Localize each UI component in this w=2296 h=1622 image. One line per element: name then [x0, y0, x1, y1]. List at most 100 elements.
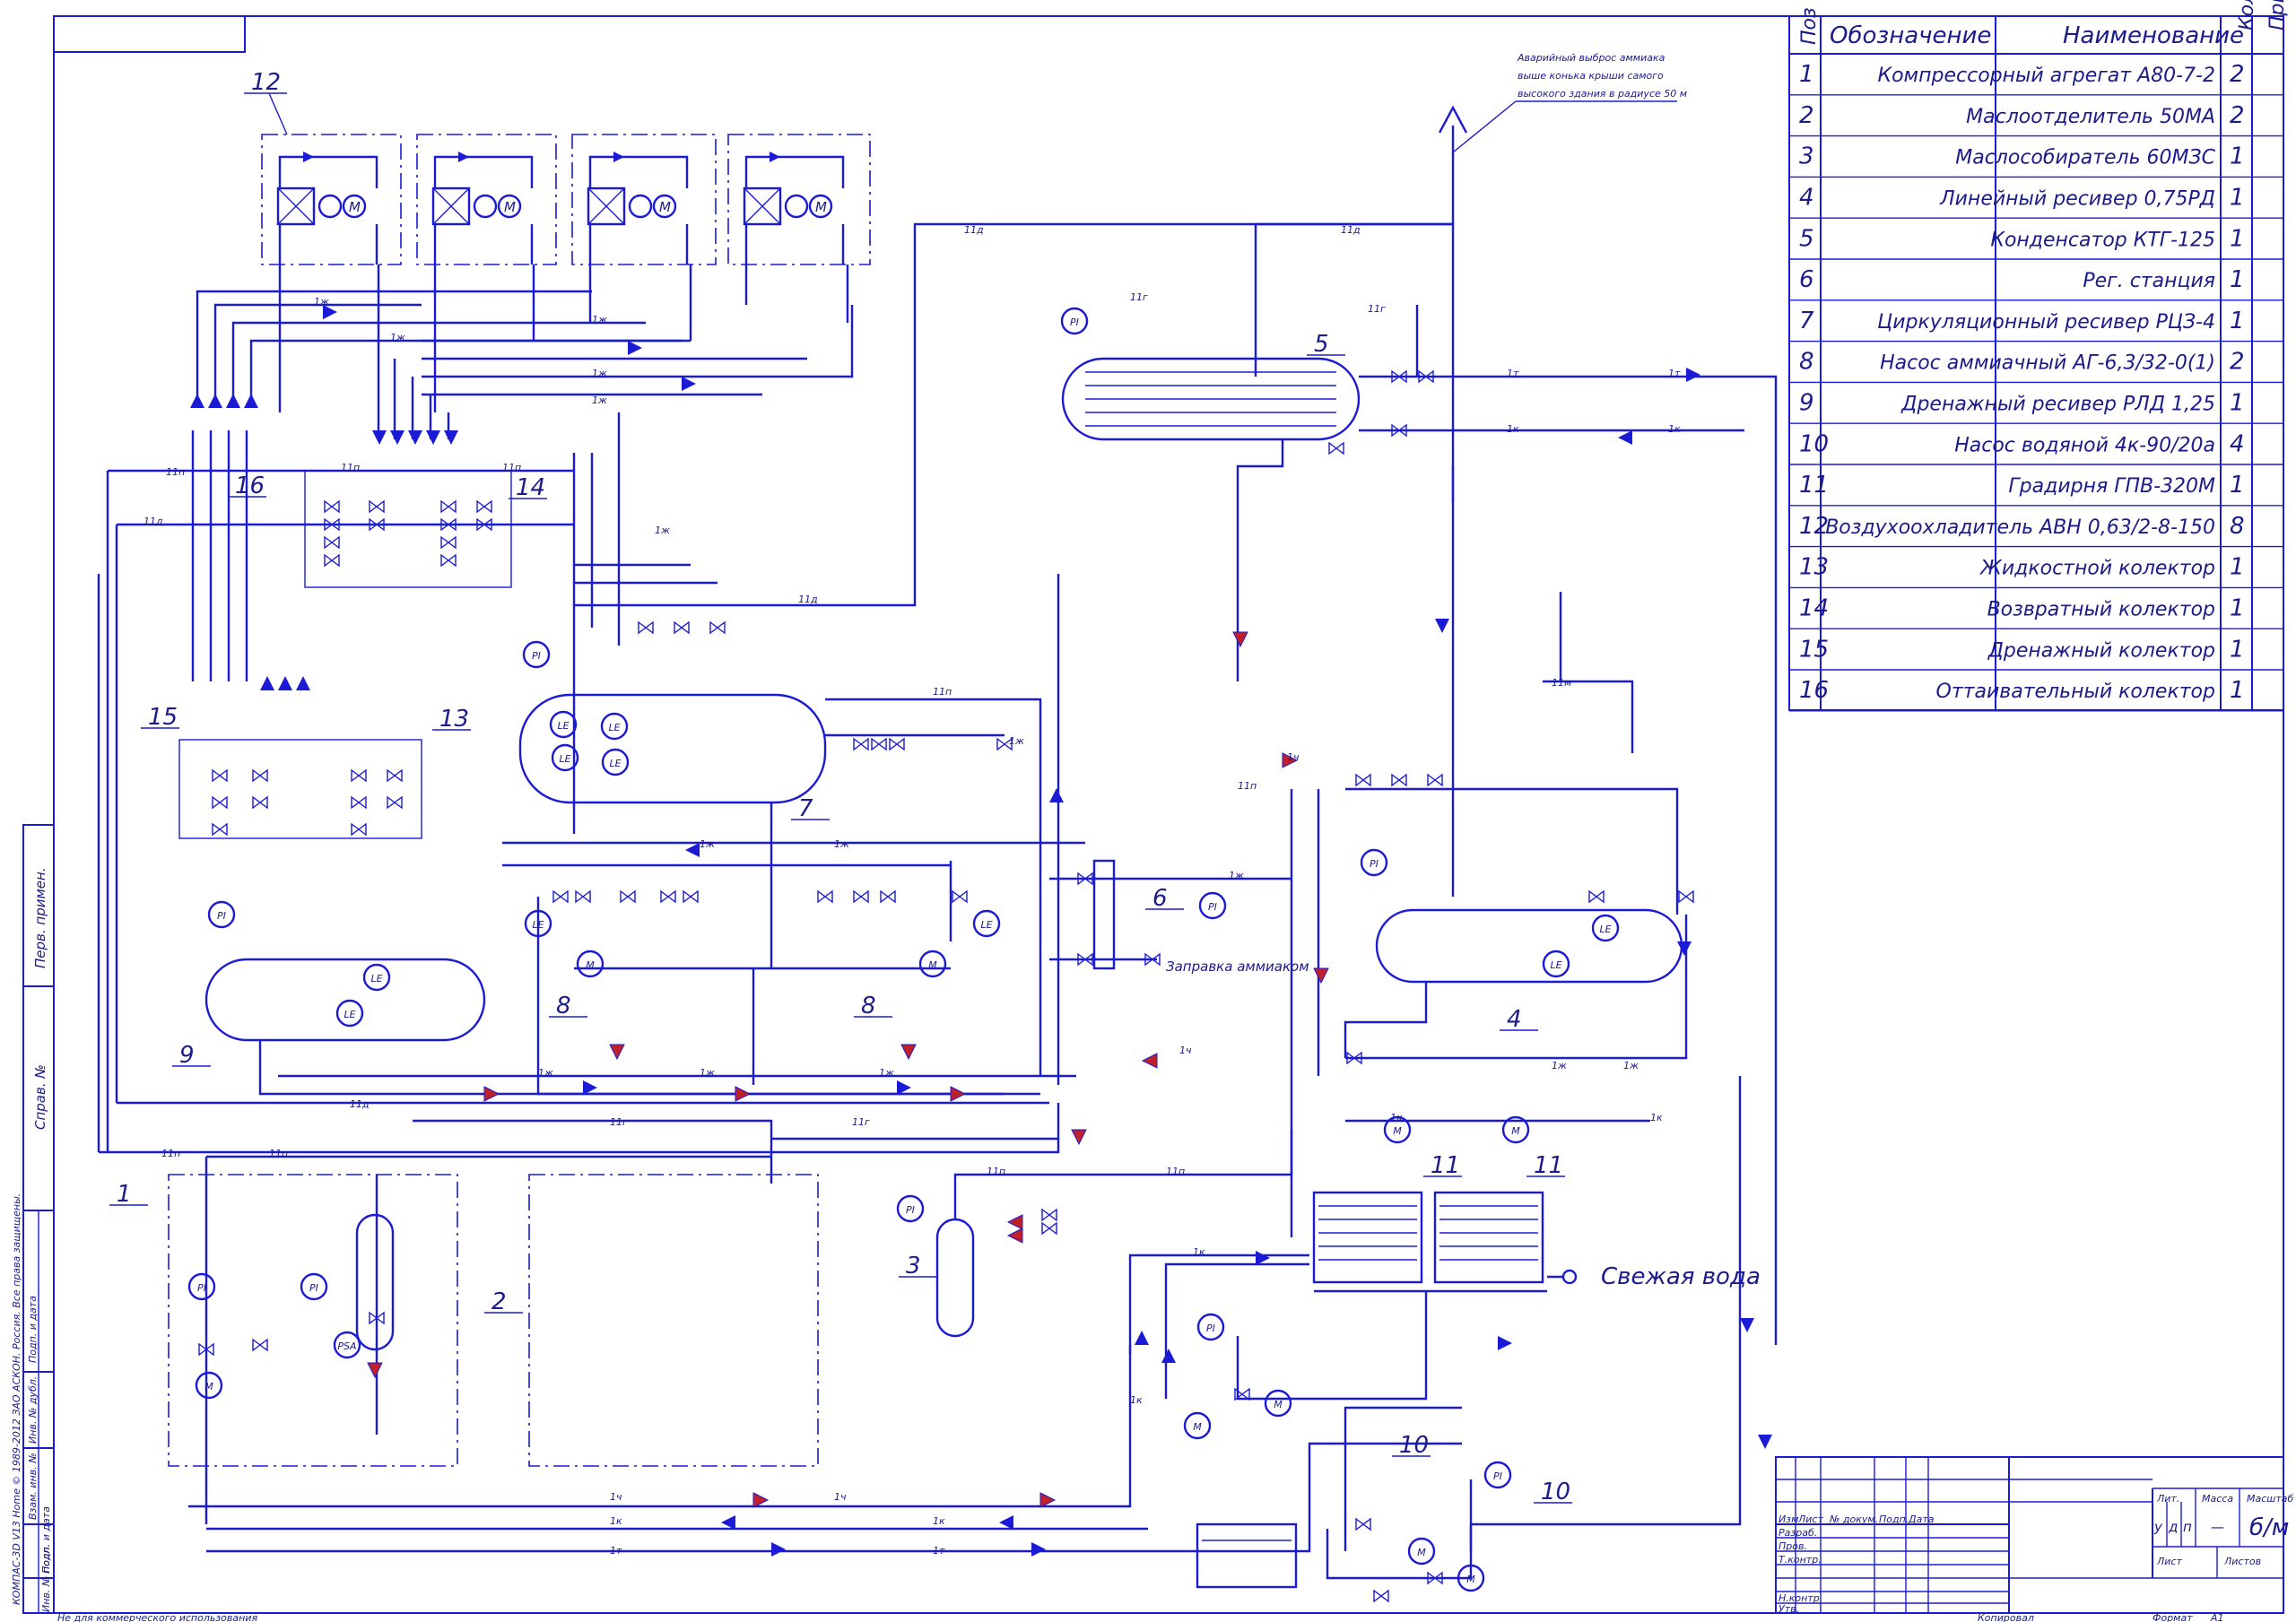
valve-icon	[660, 889, 676, 904]
table-row-qty: 2	[2230, 61, 2245, 88]
title-box-topleft	[53, 15, 246, 53]
svg-text:д: д	[2168, 1519, 2178, 1535]
table-row-name: Маслоотделитель 50МА	[1966, 106, 2215, 128]
svg-text:LE: LE	[532, 919, 544, 931]
line-code-tag: 11п	[1238, 780, 1257, 792]
table-row-pos: 1	[1799, 61, 1814, 88]
valve-icon	[212, 795, 228, 810]
valve-icon	[952, 889, 968, 904]
line-code-tag: 1к	[610, 1515, 622, 1527]
svg-text:M: M	[928, 959, 937, 971]
footer-noncommercial: Не для коммерческого использования	[57, 1612, 257, 1622]
table-row-name: Жидкостной колектор	[1979, 558, 2215, 580]
valve-icon	[351, 768, 367, 783]
svg-text:M: M	[1511, 1125, 1520, 1137]
line-code-tag: 1ж	[879, 1067, 894, 1079]
line-code-tag: 1ж	[700, 1067, 715, 1079]
svg-text:PI: PI	[1206, 1323, 1215, 1334]
table-row-qty: 1	[2230, 554, 2245, 581]
fan-icon	[628, 194, 653, 219]
line-code-tag: 1ж	[834, 838, 849, 850]
valve-icon	[440, 553, 457, 568]
valve-icon	[324, 499, 340, 514]
table-row-qty: 8	[2230, 513, 2245, 540]
svg-text:Пров.: Пров.	[1779, 1540, 1807, 1552]
valve-icon	[1427, 773, 1443, 787]
fan-icon	[784, 194, 809, 219]
svg-text:высокого здания в радиусе 50 м: высокого здания в радиусе 50 м	[1518, 88, 1687, 100]
line-code-tag: 1к	[1390, 1112, 1403, 1123]
line-code-tag: 11п	[933, 686, 952, 698]
valve-icon	[1373, 1589, 1389, 1603]
line-code-tag: 1ж	[592, 395, 607, 406]
equipment-callout: 11	[1534, 1152, 1563, 1179]
table-row-name: Рег. станция	[2083, 270, 2215, 292]
line-code-tag: 1к	[1668, 423, 1681, 435]
svg-text:PI: PI	[906, 1204, 915, 1216]
line-code-tag: 1ж	[538, 1067, 553, 1079]
table-row-pos: 10	[1799, 430, 1829, 457]
table-row-name: Компрессорный агрегат А80-7-2	[1877, 65, 2215, 87]
line-code-tag: 1к	[1650, 1112, 1663, 1123]
equipment-callout: 5	[1314, 331, 1329, 358]
svg-text:LE: LE	[557, 720, 569, 732]
table-row-name: Дренажный колектор	[1987, 639, 2215, 662]
svg-text:Лист: Лист	[2156, 1556, 2182, 1567]
table-row-name: Линейный ресивер 0,75РД	[1939, 188, 2215, 211]
line-code-tag: 1ч	[610, 1491, 622, 1503]
footer-format: Формат	[2152, 1612, 2193, 1622]
refrigeration-flow-diagram: Перв. примен. Справ. № Подп. и дата Инв.…	[11, 0, 2293, 1622]
svg-text:M: M	[815, 199, 827, 215]
table-row-name: Градирня ГПВ-320М	[2008, 475, 2215, 498]
valve-icon	[709, 620, 726, 635]
valve-icon	[620, 889, 636, 904]
side-label-vzam: Взам. инв. №	[27, 1453, 39, 1520]
valve-icon	[575, 889, 591, 904]
footer-format-value: A1	[2210, 1612, 2224, 1622]
valve-icon	[252, 1338, 268, 1352]
table-row-pos: 14	[1799, 595, 1829, 622]
line-code-tag: 1ч	[1179, 1045, 1192, 1056]
table-row-qty: 1	[2230, 266, 2245, 293]
equipment-callout: 13	[439, 706, 469, 733]
valve-icon	[638, 620, 654, 635]
valve-icon	[1041, 1221, 1057, 1236]
line-code-tag: 11п	[166, 466, 185, 478]
valve-icon	[1041, 1208, 1057, 1222]
table-row-name: Насос аммиачный АГ-6,3/32-0(1)	[1880, 352, 2215, 375]
svg-text:—: —	[2211, 1519, 2224, 1535]
svg-text:б/м: б/м	[2249, 1514, 2289, 1541]
table-row-pos: 11	[1799, 472, 1829, 499]
svg-text:LE: LE	[559, 753, 570, 765]
line-code-tag: 1ж	[1552, 1060, 1567, 1071]
table-row-qty: 1	[2230, 472, 2245, 499]
svg-text:M: M	[659, 199, 671, 215]
svg-text:Листов: Листов	[2223, 1556, 2261, 1567]
svg-text:LE: LE	[608, 722, 620, 733]
svg-text:PSA: PSA	[337, 1340, 356, 1352]
line-code-tag: 1ж	[1623, 1060, 1639, 1071]
svg-text:M: M	[204, 1381, 213, 1392]
line-code-tag: 1к	[933, 1515, 945, 1527]
equipment-callout: 3	[906, 1253, 921, 1279]
line-code-tag: 1ч	[1287, 751, 1300, 763]
equipment-callout: 2	[491, 1288, 507, 1315]
line-code-tag: 11г	[852, 1116, 870, 1128]
table-row-qty: 1	[2230, 308, 2245, 334]
svg-text:LE: LE	[1550, 959, 1561, 971]
valve-icon	[369, 499, 385, 514]
table-row-qty: 1	[2230, 390, 2245, 417]
line-code-tag: 1к	[1193, 1246, 1205, 1258]
equipment-callouts: 1 2 3 4 5 6 7 8 8 9 10 10 11 11 13 14 15 16	[109, 331, 1572, 1505]
svg-text:Лист: Лист	[1797, 1514, 1823, 1525]
equipment-callout: 8	[861, 993, 876, 1019]
line-code-tag: 1ж	[592, 314, 607, 325]
valve-icon	[1355, 1517, 1371, 1531]
svg-text:M: M	[1274, 1399, 1283, 1410]
table-row-pos: 13	[1799, 554, 1829, 581]
valve-icon	[351, 822, 367, 837]
table-row-name: Насос водяной 4к-90/20а	[1954, 434, 2215, 456]
svg-text:Лит.: Лит.	[2156, 1493, 2179, 1505]
valve-icon	[351, 795, 367, 810]
svg-text:№ докум.: № докум.	[1829, 1514, 1878, 1525]
